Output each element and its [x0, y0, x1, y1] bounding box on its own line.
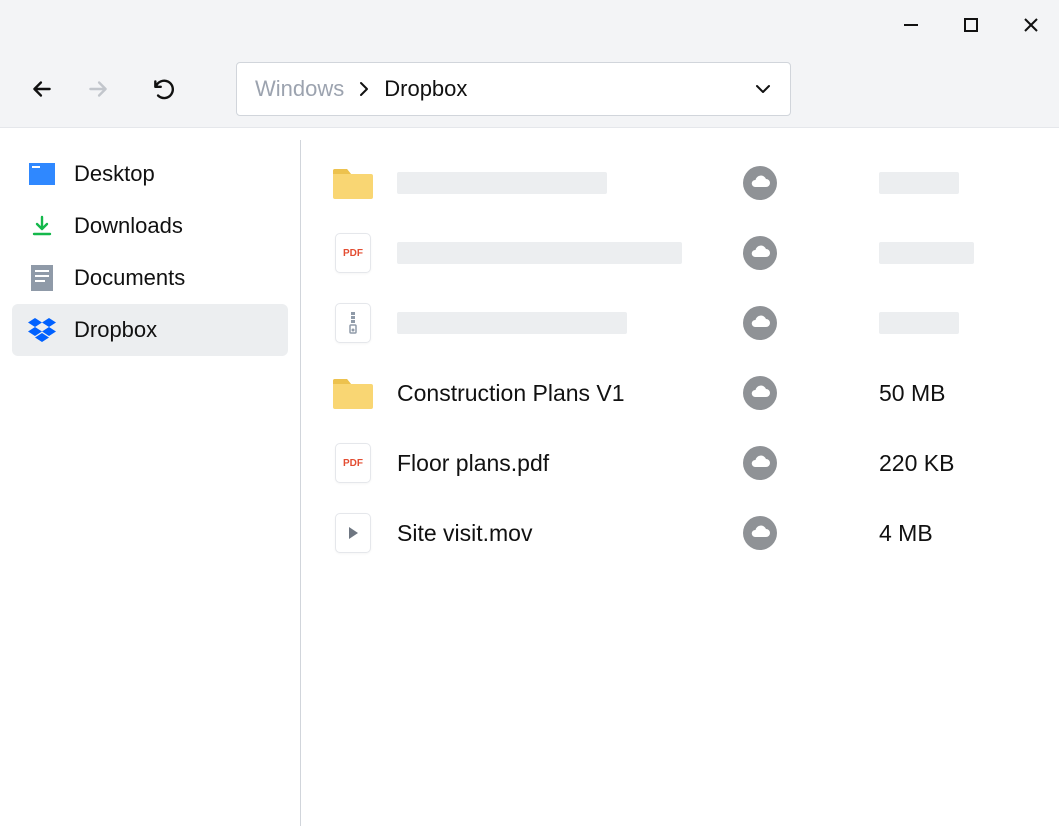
file-row[interactable]: PDF — [331, 218, 1019, 288]
zip-icon — [331, 301, 375, 345]
cloud-icon — [743, 236, 777, 270]
video-icon — [331, 511, 375, 555]
folder-icon — [331, 161, 375, 205]
breadcrumb[interactable]: Windows Dropbox — [236, 62, 791, 116]
sidebar-item-documents[interactable]: Documents — [12, 252, 288, 304]
cloud-icon — [743, 446, 777, 480]
pdf-icon: PDF — [331, 231, 375, 275]
file-name-placeholder — [397, 172, 717, 194]
content: Desktop Downloads Documents — [0, 128, 1059, 838]
arrow-right-icon — [85, 76, 111, 102]
desktop-icon — [28, 160, 56, 188]
file-name-placeholder — [397, 312, 717, 334]
maximize-icon — [963, 17, 979, 33]
file-size: 50 MB — [879, 380, 999, 407]
sidebar: Desktop Downloads Documents — [0, 128, 300, 838]
sidebar-item-desktop[interactable]: Desktop — [12, 148, 288, 200]
cloud-icon — [743, 166, 777, 200]
sidebar-item-label: Desktop — [74, 161, 155, 187]
cloud-status — [743, 306, 777, 340]
breadcrumb-parent[interactable]: Windows — [255, 76, 344, 102]
sidebar-item-dropbox[interactable]: Dropbox — [12, 304, 288, 356]
file-size: 4 MB — [879, 520, 999, 547]
minimize-icon — [902, 16, 920, 34]
toolbar: Windows Dropbox — [0, 50, 1059, 128]
file-row[interactable]: Construction Plans V1 50 MB — [331, 358, 1019, 428]
file-row[interactable] — [331, 288, 1019, 358]
forward-button[interactable] — [84, 75, 112, 103]
cloud-status — [743, 376, 777, 410]
close-button[interactable] — [1021, 15, 1041, 35]
pdf-icon: PDF — [331, 441, 375, 485]
file-size-placeholder — [879, 172, 999, 194]
file-row[interactable]: PDF Floor plans.pdf 220 KB — [331, 428, 1019, 498]
cloud-status — [743, 236, 777, 270]
breadcrumb-current[interactable]: Dropbox — [384, 76, 467, 102]
file-name: Site visit.mov — [397, 520, 717, 547]
file-list: PDF — [301, 128, 1059, 838]
refresh-icon — [151, 76, 177, 102]
folder-icon — [331, 371, 375, 415]
document-icon — [28, 264, 56, 292]
cloud-status — [743, 516, 777, 550]
cloud-status — [743, 166, 777, 200]
dropbox-icon — [28, 316, 56, 344]
file-row[interactable]: Site visit.mov 4 MB — [331, 498, 1019, 568]
file-size: 220 KB — [879, 450, 999, 477]
arrow-left-icon — [29, 76, 55, 102]
cloud-status — [743, 446, 777, 480]
chevron-down-icon[interactable] — [754, 83, 772, 95]
file-size-placeholder — [879, 242, 999, 264]
maximize-button[interactable] — [961, 15, 981, 35]
cloud-icon — [743, 376, 777, 410]
close-icon — [1022, 16, 1040, 34]
file-name: Floor plans.pdf — [397, 450, 717, 477]
cloud-icon — [743, 516, 777, 550]
sidebar-item-label: Documents — [74, 265, 185, 291]
sidebar-item-label: Dropbox — [74, 317, 157, 343]
download-icon — [28, 212, 56, 240]
file-name-placeholder — [397, 242, 717, 264]
sidebar-item-downloads[interactable]: Downloads — [12, 200, 288, 252]
chevron-right-icon — [358, 81, 370, 97]
titlebar — [0, 0, 1059, 50]
file-name: Construction Plans V1 — [397, 380, 717, 407]
file-size-placeholder — [879, 312, 999, 334]
cloud-icon — [743, 306, 777, 340]
refresh-button[interactable] — [150, 75, 178, 103]
sidebar-item-label: Downloads — [74, 213, 183, 239]
file-row[interactable] — [331, 148, 1019, 218]
minimize-button[interactable] — [901, 15, 921, 35]
back-button[interactable] — [28, 75, 56, 103]
